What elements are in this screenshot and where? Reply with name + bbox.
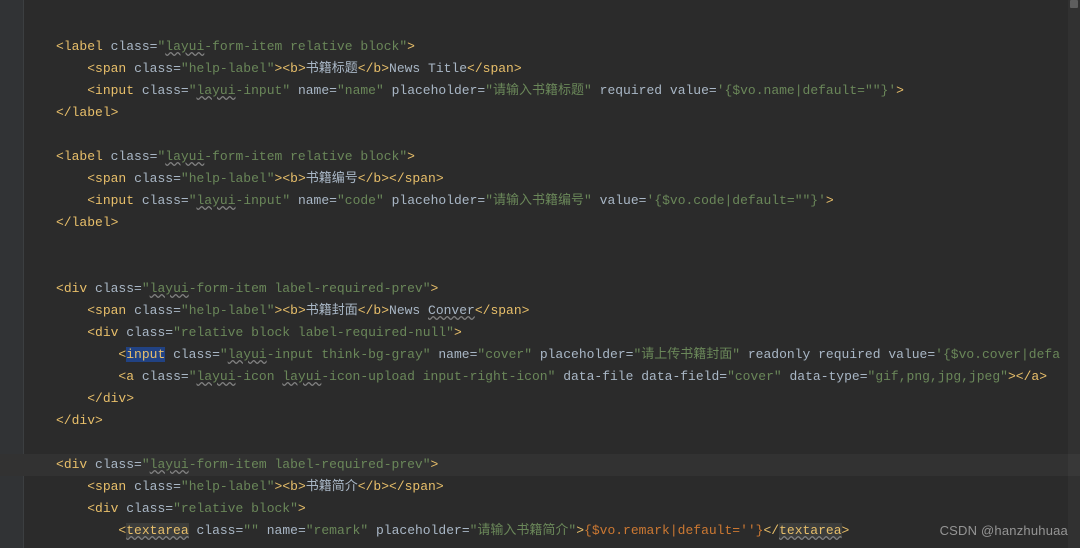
code-line[interactable] <box>24 432 1080 454</box>
code-line[interactable] <box>24 124 1080 146</box>
code-line[interactable]: <span class="help-label"><b>书籍封面</b>News… <box>24 300 1080 322</box>
code-line[interactable]: <textarea class="" name="remark" placeho… <box>24 520 1080 542</box>
code-line[interactable]: <span class="help-label"><b>书籍标题</b>News… <box>24 58 1080 80</box>
code-line[interactable]: <div class="layui-form-item label-requir… <box>24 454 1080 476</box>
code-line[interactable]: </label> <box>24 212 1080 234</box>
code-line[interactable] <box>24 234 1080 256</box>
code-line[interactable]: </label> <box>24 102 1080 124</box>
code-line[interactable]: <div class="relative block label-require… <box>24 322 1080 344</box>
code-line[interactable]: <a class="layui-icon layui-icon-upload i… <box>24 366 1080 388</box>
code-line[interactable]: <input class="layui-input" name="code" p… <box>24 190 1080 212</box>
code-line[interactable]: <label class="layui-form-item relative b… <box>24 146 1080 168</box>
code-line[interactable]: <span class="help-label"><b>书籍简介</b></sp… <box>24 476 1080 498</box>
scrollbar-thumb[interactable] <box>1070 0 1078 8</box>
code-line[interactable] <box>24 14 1080 36</box>
code-line[interactable]: <div class="layui-form-item label-requir… <box>24 278 1080 300</box>
code-line[interactable]: </div> <box>24 410 1080 432</box>
code-line[interactable]: </div> <box>24 388 1080 410</box>
code-line[interactable]: <div class="relative block"> <box>24 498 1080 520</box>
code-editor[interactable]: <label class="layui-form-item relative b… <box>24 0 1080 542</box>
scrollbar-vertical[interactable] <box>1068 0 1080 548</box>
code-line[interactable]: <span class="help-label"><b>书籍编号</b></sp… <box>24 168 1080 190</box>
code-line[interactable]: <input class="layui-input" name="name" p… <box>24 80 1080 102</box>
code-line[interactable] <box>24 256 1080 278</box>
watermark: CSDN @hanzhuhuaa <box>940 520 1068 542</box>
code-line[interactable]: <input class="layui-input think-bg-gray"… <box>24 344 1080 366</box>
code-line[interactable]: <label class="layui-form-item relative b… <box>24 36 1080 58</box>
